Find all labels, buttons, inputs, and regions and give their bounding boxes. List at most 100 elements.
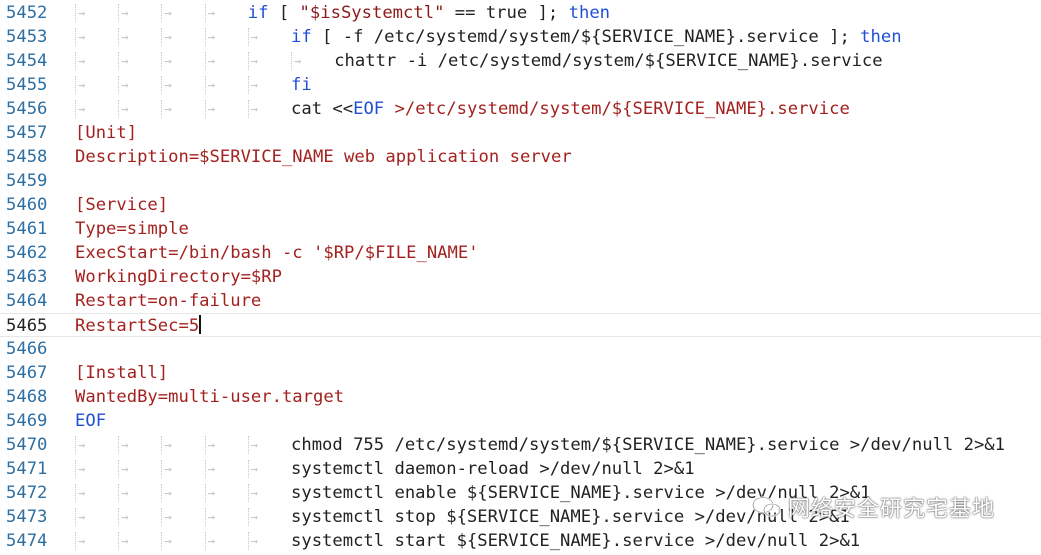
code-line[interactable]: 5465 RestartSec=5 <box>0 313 1041 337</box>
code-text: systemctl start ${SERVICE_NAME}.service … <box>291 529 860 553</box>
tab-arrow-icon: → <box>164 102 172 116</box>
code-line[interactable]: 5474 → → → → → systemctl start ${SERVICE_NAME}… <box>0 529 1041 553</box>
indent-guide <box>247 28 249 46</box>
code-line[interactable]: 5460 [Service] <box>0 193 1041 217</box>
tab-arrow-icon: → <box>207 102 215 116</box>
tab-arrow-icon: → <box>207 462 215 476</box>
code-line[interactable]: 5458 Description=$SERVICE_NAME web applic… <box>0 145 1041 169</box>
code-token: [Service] <box>75 195 169 215</box>
code-line[interactable]: 5462 ExecStart=/bin/bash -c '$RP/$FILE_NA… <box>0 241 1041 265</box>
code-token: if <box>247 3 269 23</box>
indent-guide <box>118 100 120 118</box>
tab-arrow-icon: → <box>121 486 129 500</box>
watermark-text: 网络安全研究宅基地 <box>788 497 996 522</box>
code-line[interactable]: 5466 <box>0 337 1041 361</box>
code-line[interactable]: 5467 [Install] <box>0 361 1041 385</box>
tab-arrow-icon: → <box>250 102 259 116</box>
code-token: RestartSec=5 <box>75 316 200 336</box>
indent-guide <box>161 76 163 94</box>
code-token: systemctl start ${SERVICE_NAME}.service <box>291 531 705 551</box>
indent-guide <box>204 28 206 46</box>
code-token: << <box>332 99 354 119</box>
indent-guide <box>247 100 249 118</box>
code-line[interactable]: 5453 → → → → → if [ -f /etc/systemd/system/${S… <box>0 25 1041 49</box>
indent-guide <box>204 484 206 502</box>
code-token: then <box>860 27 902 47</box>
code-line[interactable]: 5469 EOF <box>0 409 1041 433</box>
indent-guide <box>204 532 206 550</box>
code-text: EOF <box>75 409 106 433</box>
indent-guide <box>204 436 206 454</box>
tab-arrow-icon: → <box>250 438 259 452</box>
code-line[interactable]: 5457 [Unit] <box>0 121 1041 145</box>
tab-arrow-icon: → <box>121 78 129 92</box>
code-line[interactable]: 5455 → → → → → fi <box>0 73 1041 97</box>
code-line[interactable]: 5452 → → → → if [ "$isSystemctl" == true ]; t… <box>0 1 1041 25</box>
code-line[interactable]: 5454 → → → → → → chattr -i /etc/systemd/system/… <box>0 49 1041 73</box>
tab-arrow-icon: → <box>250 534 259 548</box>
line-number: 5467 <box>6 363 48 383</box>
indent-guide <box>75 484 76 502</box>
code-line[interactable]: 5459 <box>0 169 1041 193</box>
indent-guide <box>161 28 163 46</box>
code-line[interactable]: 5463 WorkingDirectory=$RP <box>0 265 1041 289</box>
code-text: [Service] <box>75 193 168 217</box>
tab-arrow-icon: → <box>78 534 86 548</box>
code-token: systemctl daemon-reload <box>291 459 540 479</box>
line-number: 5466 <box>6 339 48 359</box>
indent-guide <box>118 28 120 46</box>
code-token: [Unit] <box>75 123 138 143</box>
code-line[interactable]: 5468 WantedBy=multi-user.target <box>0 385 1041 409</box>
tab-arrow-icon: → <box>164 78 172 92</box>
code-token: Description=$SERVICE_NAME web applicatio… <box>75 147 572 167</box>
indent-guide <box>204 52 206 70</box>
tab-arrow-icon: → <box>250 510 259 524</box>
code-text: [Unit] <box>75 121 137 145</box>
indent-guide <box>75 76 76 94</box>
tab-arrow-icon: → <box>164 30 172 44</box>
tab-arrow-icon: → <box>250 30 259 44</box>
code-token: chmod 755 /etc/systemd/system/${SERVICE_… <box>291 435 850 455</box>
code-line[interactable]: 5470 → → → → → chmod 755 /etc/systemd/system/$… <box>0 433 1041 457</box>
code-token: [ <box>268 3 300 23</box>
tab-arrow-icon: → <box>207 30 215 44</box>
indent-guide <box>204 76 206 94</box>
tab-arrow-icon: → <box>207 486 215 500</box>
tab-arrow-icon: → <box>164 486 172 500</box>
code-editor[interactable]: 5452 → → → → if [ "$isSystemctl" == true ]; t… <box>0 0 1041 555</box>
wechat-icon <box>752 496 781 517</box>
code-text: ExecStart=/bin/bash -c '$RP/$FILE_NAME' <box>75 241 479 265</box>
indent-guide <box>118 484 120 502</box>
tab-arrow-icon: → <box>78 6 86 20</box>
code-line[interactable]: 5464 Restart=on-failure <box>0 289 1041 313</box>
indent-guide <box>75 100 76 118</box>
code-line[interactable]: 5456 → → → → → cat <<EOF >/etc/systemd/system/… <box>0 97 1041 121</box>
line-number: 5469 <box>6 411 48 431</box>
line-number: 5460 <box>6 195 48 215</box>
indent-guide <box>204 100 206 118</box>
tab-arrow-icon: → <box>164 534 172 548</box>
code-text: Description=$SERVICE_NAME web applicatio… <box>75 145 572 169</box>
code-text: cat <<EOF >/etc/systemd/system/${SERVICE… <box>291 97 850 121</box>
code-line[interactable]: 5471 → → → → → systemctl daemon-reload >/dev/n… <box>0 457 1041 481</box>
tab-arrow-icon: → <box>207 510 215 524</box>
code-text: Restart=on-failure <box>75 289 261 313</box>
code-text: chattr -i /etc/systemd/system/${SERVICE_… <box>334 49 882 73</box>
tab-arrow-icon: → <box>207 534 215 548</box>
indent-guide <box>247 508 249 526</box>
tab-arrow-icon: → <box>250 78 259 92</box>
indent-guide <box>75 28 76 46</box>
code-line[interactable]: 5461 Type=simple <box>0 217 1041 241</box>
code-token: true <box>485 3 528 23</box>
code-text: Type=simple <box>75 217 189 241</box>
indent-guide <box>161 52 163 70</box>
code-token: >/dev/null 2>&1 <box>849 435 1005 455</box>
tab-arrow-icon: → <box>207 54 215 68</box>
line-number: 5464 <box>6 291 48 311</box>
code-token: chattr -i /etc/systemd/system/${SERVICE_… <box>334 51 883 71</box>
code-token: -f /etc/systemd/system/${SERVICE_NAME}.s… <box>342 27 819 47</box>
line-number: 5455 <box>6 75 48 95</box>
tab-arrow-icon: → <box>250 462 259 476</box>
tab-arrow-icon: → <box>207 438 215 452</box>
code-token: [Install] <box>75 363 169 383</box>
